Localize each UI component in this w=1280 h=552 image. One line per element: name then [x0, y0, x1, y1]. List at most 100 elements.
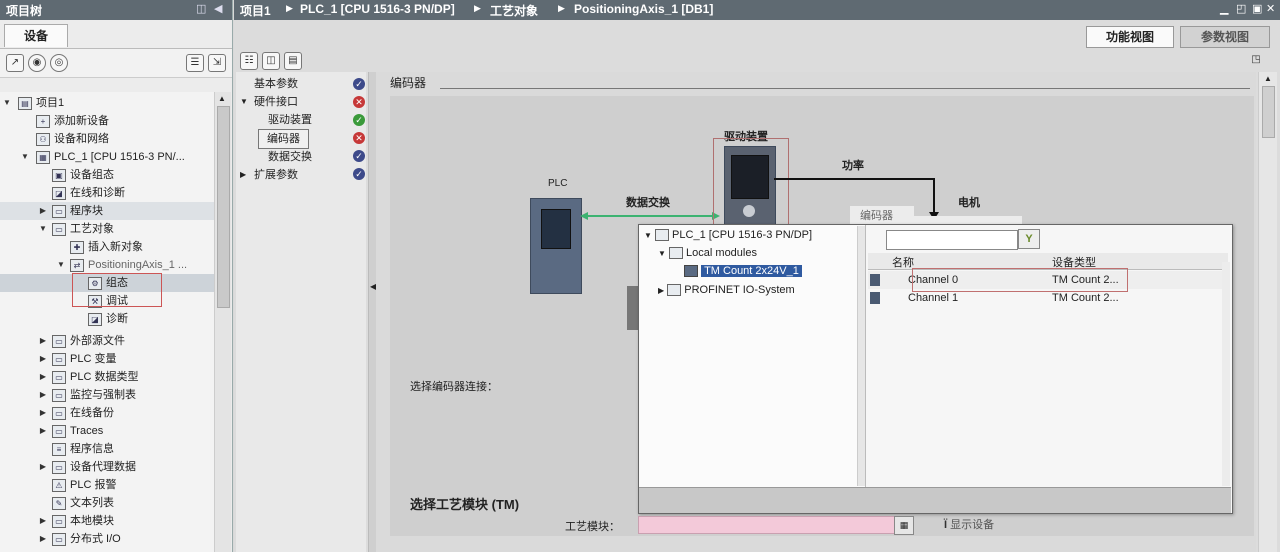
popup-scrollbar[interactable] — [1222, 262, 1230, 486]
breadcrumb-project[interactable]: 项目1 — [240, 2, 271, 19]
expand-right-icon[interactable]: ▶ — [240, 170, 246, 179]
popup-tree-item-profinet[interactable]: ▶ PROFINET IO-System — [658, 281, 795, 299]
browse-icon[interactable]: ▦ — [894, 516, 914, 535]
scroll-up-icon[interactable]: ▲ — [1264, 74, 1272, 83]
content-scrollbar[interactable]: ▲ — [1258, 72, 1277, 552]
tree-item-plc-alarms[interactable]: ⚠ PLC 报警 — [0, 476, 214, 494]
expand-right-icon[interactable]: ▶ — [38, 332, 48, 350]
tree-item-label: 程序块 — [70, 205, 103, 217]
popup-tree-item-local-modules[interactable]: ▼ Local modules — [658, 244, 757, 262]
nav-item-hardware-interface[interactable]: 硬件接口 — [254, 93, 298, 111]
column-header-name[interactable]: 名称 — [892, 254, 914, 270]
scroll-thumb[interactable] — [1262, 86, 1275, 138]
expand-right-icon[interactable]: ▶ — [658, 286, 664, 295]
expand-down-icon[interactable]: ▼ — [56, 256, 66, 274]
breadcrumb-axis[interactable]: PositioningAxis_1 [DB1] — [574, 2, 713, 16]
encoder-box[interactable]: 编码器 — [850, 206, 914, 224]
nav-item-data-exchange[interactable]: 数据交换 — [268, 148, 312, 166]
list-view-icon[interactable]: ☰ — [186, 54, 204, 72]
expand-down-icon[interactable]: ▼ — [240, 97, 248, 106]
expand-right-icon[interactable]: ▶ — [38, 458, 48, 476]
popup-tree-item-tm-count[interactable]: TM Count 2x24V_1 — [684, 262, 802, 280]
tree-item-technology-objects[interactable]: ▼ ▭ 工艺对象 — [0, 220, 214, 238]
nav-split-icon[interactable]: ◫ — [262, 52, 280, 70]
expand-down-icon[interactable]: ▼ — [20, 148, 30, 166]
drive-knob — [743, 205, 755, 217]
expand-right-icon[interactable]: ▶ — [38, 202, 48, 220]
nav-item-drive[interactable]: 驱动装置 — [268, 111, 312, 129]
tree-item-plc1[interactable]: ▼ ▦ PLC_1 [CPU 1516-3 PN/... — [0, 148, 214, 166]
tree-item-distributed-io[interactable]: ▶ ▭ 分布式 I/O — [0, 530, 214, 548]
tree-item-online-backups[interactable]: ▶ ▭ 在线备份 — [0, 404, 214, 422]
restore-icon[interactable]: ◰ — [1236, 2, 1246, 15]
nav-view-icon[interactable]: ☷ — [240, 52, 258, 70]
folder-icon: ▭ — [52, 223, 66, 236]
breadcrumb-plc[interactable]: PLC_1 [CPU 1516-3 PN/DP] — [300, 2, 455, 16]
tree-item-device-config[interactable]: ▣ 设备组态 — [0, 166, 214, 184]
scroll-thumb[interactable] — [217, 106, 230, 308]
tree-toolbar: ↗ ◉ ◎ ☰ ⇲ — [0, 48, 232, 78]
breadcrumb-tech-objects[interactable]: 工艺对象 — [490, 2, 538, 19]
tree-item-add-device[interactable]: + 添加新设备 — [0, 112, 214, 130]
expand-right-icon[interactable]: ▶ — [38, 386, 48, 404]
expand-right-icon[interactable]: ▶ — [38, 530, 48, 548]
tree-item-device-proxy-data[interactable]: ▶ ▭ 设备代理数据 — [0, 458, 214, 476]
tree-item-diagnostics[interactable]: ◪ 诊断 — [0, 310, 214, 328]
tree-item-positioning-axis[interactable]: ▼ ⇄ PositioningAxis_1 ... — [0, 256, 214, 274]
pin-icon[interactable]: ◫ — [196, 2, 206, 15]
minimize-icon[interactable]: ▁ — [1220, 2, 1228, 15]
tab-devices[interactable]: 设备 — [4, 24, 68, 47]
export-icon[interactable]: ⇲ — [208, 54, 226, 72]
expand-down-icon[interactable]: ▼ — [38, 220, 48, 238]
expand-down-icon[interactable]: ▼ — [2, 94, 12, 112]
tree-item-project[interactable]: ▼ ▤ 项目1 — [0, 94, 214, 112]
plc-device[interactable] — [530, 198, 582, 294]
tree-item-plc-tags[interactable]: ▶ ▭ PLC 变量 — [0, 350, 214, 368]
tree-item-traces[interactable]: ▶ ▭ Traces — [0, 422, 214, 440]
nav-item-basic-parameters[interactable]: 基本参数 — [254, 75, 298, 93]
popup-tree-item-plc[interactable]: ▼ PLC_1 [CPU 1516-3 PN/DP] — [644, 226, 812, 244]
expand-right-icon[interactable]: ▶ — [38, 350, 48, 368]
expand-right-icon[interactable]: ▶ — [38, 404, 48, 422]
popup-splitter[interactable] — [857, 226, 865, 486]
tree-item-watch-force-tables[interactable]: ▶ ▭ 监控与强制表 — [0, 386, 214, 404]
collapse-left-icon[interactable]: ◀ — [214, 2, 222, 15]
expand-right-icon[interactable]: ▶ — [38, 512, 48, 530]
show-device-link[interactable]: Ϊ 显示设备 — [944, 516, 994, 532]
tree-item-plc-data-types[interactable]: ▶ ▭ PLC 数据类型 — [0, 368, 214, 386]
tree-item-insert-new-object[interactable]: ✚ 插入新对象 — [0, 238, 214, 256]
tree-item-local-modules[interactable]: ▶ ▭ 本地模块 — [0, 512, 214, 530]
tree-scrollbar[interactable]: ▲ — [214, 92, 231, 552]
drive-device[interactable] — [724, 146, 776, 228]
tree-item-text-lists[interactable]: ✎ 文本列表 — [0, 494, 214, 512]
new-device-icon[interactable]: ↗ — [6, 54, 24, 72]
offline-icon[interactable]: ◎ — [50, 54, 68, 72]
tree-item-external-sources[interactable]: ▶ ▭ 外部源文件 — [0, 332, 214, 350]
view-tabs: 功能视图 参数视图 — [234, 24, 1280, 48]
expand-right-icon[interactable]: ▶ — [38, 422, 48, 440]
nav-detail-icon[interactable]: ▤ — [284, 52, 302, 70]
nav-item-encoder[interactable]: 编码器 — [258, 129, 309, 149]
tab-parameter-view[interactable]: 参数视图 — [1180, 26, 1270, 48]
nav-item-extended-parameters[interactable]: 扩展参数 — [254, 166, 298, 184]
tree-item-devices-networks[interactable]: ⚇ 设备和网络 — [0, 130, 214, 148]
tm-module-field[interactable] — [638, 516, 895, 534]
tree-item-online-diagnostics[interactable]: ◪ 在线和诊断 — [0, 184, 214, 202]
data-exchange-label: 数据交换 — [626, 197, 670, 209]
tab-function-view[interactable]: 功能视图 — [1086, 26, 1174, 48]
tree-item-program-blocks[interactable]: ▶ ▭ 程序块 — [0, 202, 214, 220]
scroll-up-icon[interactable]: ▲ — [218, 94, 226, 103]
tree-item-program-info[interactable]: ≡ 程序信息 — [0, 440, 214, 458]
expand-down-icon[interactable]: ▼ — [658, 249, 666, 258]
float-icon[interactable]: ▣ — [1252, 2, 1262, 15]
filter-input[interactable] — [886, 230, 1018, 250]
close-icon[interactable]: ✕ — [1266, 2, 1275, 15]
table-row[interactable]: Channel 1 TM Count 2... — [868, 289, 1228, 307]
folder-icon: ▭ — [52, 407, 66, 420]
expand-right-icon[interactable]: ▶ — [38, 368, 48, 386]
expand-down-icon[interactable]: ▼ — [644, 231, 652, 240]
online-icon[interactable]: ◉ — [28, 54, 46, 72]
tree-item-label: 插入新对象 — [88, 241, 143, 253]
layout-icon[interactable]: ◳ — [1248, 52, 1264, 68]
filter-icon[interactable]: Y — [1018, 229, 1040, 249]
